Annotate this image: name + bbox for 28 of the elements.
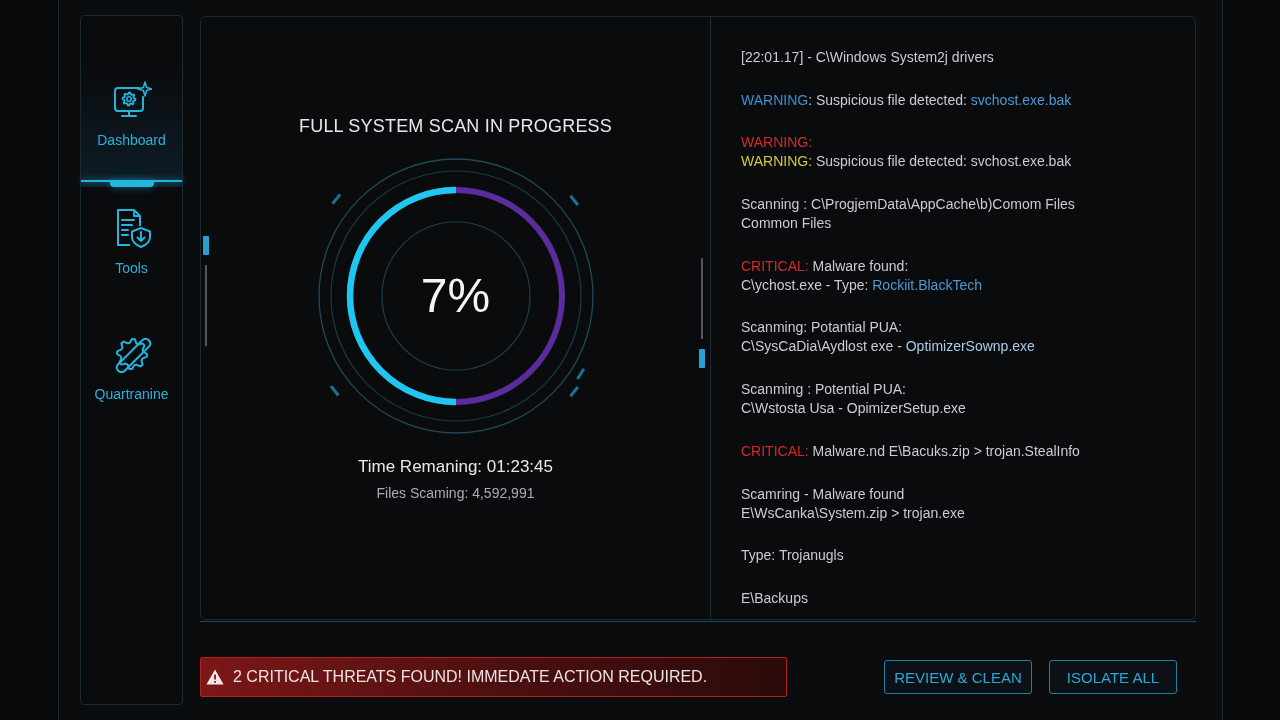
log-line: Scanning : C\ProgjemData\AppCache\b)Comom Files — [741, 195, 1076, 215]
log-line: CRITICAL: Malware found: — [741, 256, 910, 276]
log-line: Scanming : Potential PUA: — [741, 380, 907, 400]
log-line: C\Wstosta Usa - OpimizerSetup.exe — [741, 399, 967, 419]
log-line: Type: Trojanugls — [741, 546, 845, 566]
files-scanned: Files Scaming: 4,592,991 — [376, 484, 535, 502]
time-remaining: Time Remaning: 01:23:45 — [358, 456, 553, 478]
scan-title: FULL SYSTEM SCAN IN PROGRESS — [299, 115, 612, 137]
log-line: Scamring - Malware found — [741, 484, 906, 504]
monitor-gear-icon — [111, 80, 152, 120]
sidebar-item[interactable]: Tools — [81, 194, 182, 313]
progress-percent: 7% — [420, 268, 491, 324]
action-button[interactable]: REVIEW & CLEAN — [884, 660, 1032, 694]
warning-icon — [206, 669, 224, 685]
log-line: C\ychost.exe - Type: Rockiit.BlackTech — [741, 275, 983, 295]
log-line: WARNING: Suspicious file detected: svchost.exe.bak — [741, 90, 1073, 110]
log-line: C\SysCaDia\Aydlost exe - OptimizerSownp.exe — [741, 337, 1036, 357]
log-line: WARNING: — [741, 133, 814, 153]
log-line: Scanming: Potantial PUA: — [741, 318, 904, 338]
log-line: Common Files — [741, 214, 833, 234]
log-line: CRITICAL: Malware.nd E\Bacuks.zip > trojan.StealInfo — [741, 441, 1081, 461]
sidebar-item[interactable]: Quartranine — [81, 320, 182, 439]
log-line: WARNING: Suspicious file detected: svchost.exe.bak — [741, 152, 1073, 172]
log-line: E\Backups — [741, 588, 809, 608]
action-button[interactable]: ISOLATE ALL — [1049, 660, 1177, 694]
log-line: E\WsCanka\System.zip > trojan.exe — [741, 503, 966, 523]
log-line: [22:01.17] - C\Windows System2j drivers — [741, 48, 995, 67]
alert-message: 2 CRITICAL THREATS FOUND! IMMEDATE ACTION REQUIRED. — [233, 668, 708, 686]
